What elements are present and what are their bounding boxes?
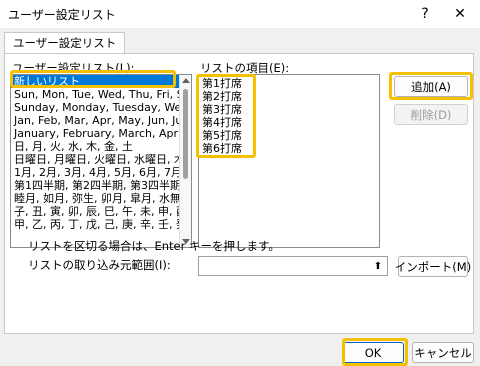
collapse-dialog-icon[interactable]: ⬆ bbox=[371, 259, 385, 273]
list-item[interactable]: 第1四半期, 第2四半期, 第3四半期, 第4 bbox=[11, 179, 191, 192]
list-entry: 第3打席 bbox=[202, 103, 242, 116]
title-bar: ユーザー設定リスト ? ✕ bbox=[0, 0, 480, 28]
cancel-button[interactable]: キャンセル bbox=[412, 342, 474, 363]
list-item[interactable]: 日, 月, 火, 水, 木, 金, 土 bbox=[11, 140, 191, 153]
list-entry: 第4打席 bbox=[202, 116, 242, 129]
list-item[interactable]: Jan, Feb, Mar, Apr, May, Jun, Jul, Aug bbox=[11, 114, 191, 127]
delete-button[interactable]: 削除(D) bbox=[394, 104, 468, 125]
list-entry: 第5打席 bbox=[202, 129, 242, 142]
listbox-scrollbar[interactable] bbox=[179, 75, 191, 247]
list-item[interactable]: 1月, 2月, 3月, 4月, 5月, 6月, 7月, 8月 bbox=[11, 166, 191, 179]
list-entries-textarea[interactable]: 第1打席 第2打席 第3打席 第4打席 第5打席 第6打席 bbox=[198, 74, 380, 248]
add-button[interactable]: 追加(A) bbox=[394, 76, 468, 97]
list-entry: 第1打席 bbox=[202, 77, 242, 90]
custom-lists-listbox[interactable]: 新しいリスト Sun, Mon, Tue, Wed, Thu, Fri, Sat… bbox=[10, 74, 192, 248]
hint-text: リストを区切る場合は、Enter キーを押します。 bbox=[28, 239, 280, 253]
close-button[interactable]: ✕ bbox=[440, 0, 480, 28]
list-entry: 第2打席 bbox=[202, 90, 242, 103]
list-item[interactable]: 日曜日, 月曜日, 火曜日, 水曜日, 木曜日 bbox=[11, 153, 191, 166]
list-item[interactable]: Sunday, Monday, Tuesday, Wednesday bbox=[11, 101, 191, 114]
help-button[interactable]: ? bbox=[405, 0, 445, 28]
scrollbar-thumb[interactable] bbox=[183, 89, 188, 179]
list-entries-label: リストの項目(E): bbox=[200, 61, 290, 75]
import-button[interactable]: インポート(M) bbox=[395, 256, 471, 277]
import-range-input[interactable]: ⬆ bbox=[198, 256, 388, 276]
list-item[interactable]: 睦月, 如月, 弥生, 卯月, 皐月, 水無月 bbox=[11, 192, 191, 205]
ok-button[interactable]: OK bbox=[342, 342, 404, 363]
import-range-label: リストの取り込み元範囲(I): bbox=[28, 258, 171, 272]
scroll-up-icon[interactable] bbox=[182, 78, 190, 83]
list-entry: 第6打席 bbox=[202, 142, 242, 155]
list-item[interactable]: 新しいリスト bbox=[11, 75, 191, 88]
list-item[interactable]: Sun, Mon, Tue, Wed, Thu, Fri, Sat bbox=[11, 88, 191, 101]
list-item[interactable]: 子, 丑, 寅, 卯, 辰, 巳, 午, 未, 申, 酉 bbox=[11, 205, 191, 218]
tab-custom-lists[interactable]: ユーザー設定リスト bbox=[4, 32, 126, 54]
custom-lists-label: ユーザー設定リスト(L): bbox=[12, 61, 135, 75]
window-title: ユーザー設定リスト bbox=[8, 8, 116, 22]
list-item[interactable]: January, February, March, April, May bbox=[11, 127, 191, 140]
list-item[interactable]: 甲, 乙, 丙, 丁, 戊, 己, 庚, 辛, 壬, 癸 bbox=[11, 218, 191, 231]
